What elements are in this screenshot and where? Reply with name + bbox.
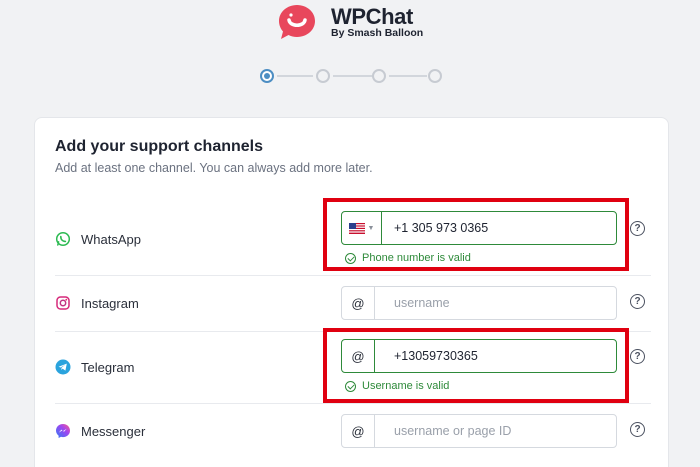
instagram-username-field[interactable]: @ username	[341, 286, 617, 320]
row-divider	[55, 403, 651, 404]
step-1-indicator	[260, 69, 274, 83]
card-title: Add your support channels	[55, 138, 264, 155]
progress-stepper	[258, 68, 444, 84]
brand-subtitle: By Smash Balloon	[331, 27, 424, 39]
messenger-username-field[interactable]: @ username or page ID	[341, 414, 617, 448]
support-channels-card: Add your support channels Add at least o…	[34, 117, 669, 467]
wpchat-logo-icon	[279, 5, 315, 39]
instagram-icon	[56, 296, 70, 310]
step-connector	[389, 75, 427, 77]
telegram-highlight-box	[323, 328, 629, 403]
row-divider	[55, 275, 651, 276]
step-4-indicator	[428, 69, 442, 83]
instagram-username-placeholder[interactable]: username	[394, 296, 450, 310]
messenger-icon	[56, 424, 70, 438]
telegram-icon	[55, 359, 71, 375]
step-connector	[277, 75, 313, 77]
card-subtitle: Add at least one channel. You can always…	[55, 161, 373, 175]
channel-label-whatsapp: WhatsApp	[81, 232, 141, 247]
step-connector	[333, 75, 373, 77]
channel-label-telegram: Telegram	[81, 360, 135, 375]
help-icon[interactable]: ?	[630, 349, 645, 364]
at-prefix: @	[342, 415, 375, 447]
help-icon[interactable]: ?	[630, 221, 645, 236]
help-icon[interactable]: ?	[630, 294, 645, 309]
wpchat-logo	[276, 2, 318, 42]
step-3-indicator	[372, 69, 386, 83]
step-2-indicator	[316, 69, 330, 83]
at-prefix: @	[342, 287, 375, 319]
channel-label-instagram: Instagram	[81, 296, 139, 311]
help-icon[interactable]: ?	[630, 422, 645, 437]
whatsapp-highlight-box	[323, 198, 629, 271]
channel-label-messenger: Messenger	[81, 424, 146, 439]
whatsapp-icon	[55, 231, 71, 247]
messenger-username-placeholder[interactable]: username or page ID	[394, 424, 511, 438]
